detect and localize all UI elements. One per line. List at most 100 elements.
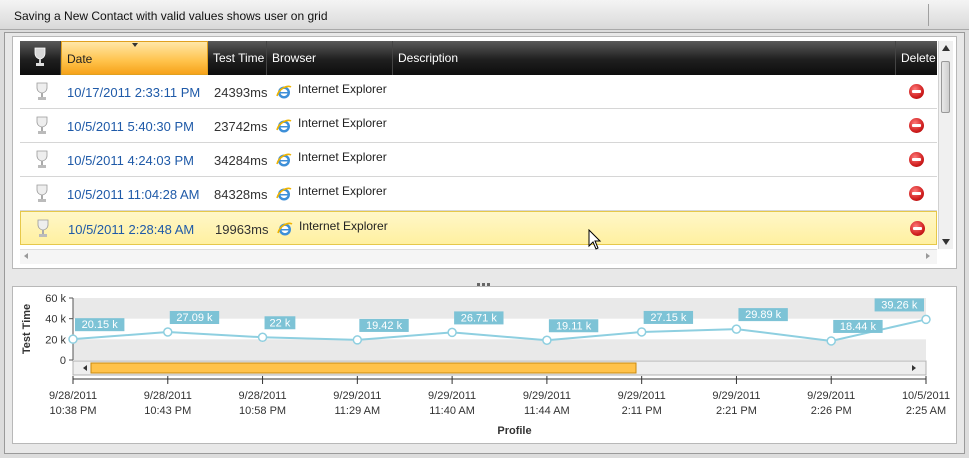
data-point[interactable] <box>921 314 931 325</box>
data-point[interactable] <box>447 327 457 338</box>
y-tick-label: 0 <box>60 355 66 367</box>
chart-panel: 0 20 k 40 k 60 k Test Time 20.15 k 27.09 k 22 k… <box>12 286 957 444</box>
data-label: 39.26 k <box>881 299 918 311</box>
row-date[interactable]: 10/5/2011 11:04:28 AM <box>67 187 200 202</box>
scroll-down-icon[interactable] <box>942 239 950 245</box>
x-tick-label-date: 9/28/2011 <box>49 390 97 402</box>
header-description[interactable]: Description <box>393 41 896 75</box>
internet-explorer-icon <box>277 222 293 236</box>
data-label: 18.44 k <box>840 321 877 333</box>
results-grid: Date Test Time Browser Description Delet… <box>12 36 957 269</box>
internet-explorer-icon <box>276 153 292 167</box>
horizontal-scrollbar[interactable] <box>20 249 937 264</box>
x-tick-label-time: 2:26 PM <box>811 405 852 417</box>
x-tick-label-date: 9/28/2011 <box>238 390 286 402</box>
internet-explorer-icon <box>276 187 292 201</box>
header-date-label: Date <box>67 52 93 66</box>
x-axis-label: Profile <box>497 425 531 437</box>
table-row[interactable]: 10/5/2011 2:28:48 AM 19963ms Internet Expl… <box>20 211 937 245</box>
data-label: 27.15 k <box>650 312 687 324</box>
data-label: 19.42 k <box>366 320 403 332</box>
x-tick-label-time: 10:58 PM <box>239 405 286 417</box>
trophy-icon <box>36 116 48 134</box>
row-browser: Internet Explorer <box>298 184 387 198</box>
range-scroll-thumb[interactable] <box>90 362 637 374</box>
delete-icon[interactable] <box>909 118 924 133</box>
row-date[interactable]: 10/5/2011 4:24:03 PM <box>67 153 194 168</box>
y-axis-label: Test Time <box>21 304 33 354</box>
header-test-time-label: Test Time <box>213 51 265 65</box>
sort-descending-icon <box>132 43 138 47</box>
y-tick-label: 60 k <box>45 293 66 305</box>
scroll-left-icon[interactable] <box>24 253 28 259</box>
delete-icon[interactable] <box>910 221 925 236</box>
trophy-icon <box>36 150 48 168</box>
table-row[interactable]: 10/5/2011 5:40:30 PM 23742ms Internet Expl… <box>20 109 937 143</box>
data-point[interactable] <box>826 336 836 346</box>
delete-icon[interactable] <box>909 84 924 99</box>
x-tick-label-date: 9/29/2011 <box>618 390 666 402</box>
internet-explorer-icon <box>276 119 292 133</box>
trophy-icon <box>36 82 48 100</box>
titlebar-divider <box>928 4 929 26</box>
x-tick-label-time: 11:40 AM <box>429 405 475 417</box>
mouse-cursor-icon <box>588 229 602 250</box>
row-test-time: 19963ms <box>215 222 269 237</box>
vertical-scrollbar[interactable] <box>938 41 953 249</box>
test-time-chart: 0 20 k 40 k 60 k Test Time 20.15 k 27.09 k 22 k… <box>21 293 950 437</box>
header-delete[interactable]: Delete <box>896 41 937 75</box>
row-test-time: 23742ms <box>214 119 268 134</box>
y-tick-label: 20 k <box>45 334 66 346</box>
x-tick-label-time: 11:29 AM <box>334 405 380 417</box>
header-delete-label: Delete <box>901 51 936 65</box>
row-date[interactable]: 10/5/2011 5:40:30 PM <box>67 119 194 134</box>
vertical-scroll-thumb[interactable] <box>941 61 950 113</box>
row-date[interactable]: 10/5/2011 2:28:48 AM <box>68 222 194 237</box>
row-browser: Internet Explorer <box>298 82 387 96</box>
x-tick-label-date: 10/5/2011 <box>902 390 950 402</box>
data-point[interactable] <box>542 335 552 346</box>
row-test-time: 84328ms <box>214 187 268 202</box>
x-tick-label-date: 9/29/2011 <box>807 390 855 402</box>
header-trophy-column[interactable] <box>20 41 61 75</box>
internet-explorer-icon <box>276 85 292 99</box>
table-row[interactable]: 10/5/2011 4:24:03 PM 34284ms Internet Expl… <box>20 143 937 177</box>
row-test-time: 34284ms <box>214 153 268 168</box>
data-label: 20.15 k <box>82 319 119 331</box>
delete-icon[interactable] <box>909 186 924 201</box>
x-tick-label-date: 9/28/2011 <box>144 390 192 402</box>
x-tick-label-time: 2:11 PM <box>622 405 662 417</box>
header-browser-label: Browser <box>272 51 317 65</box>
panel-splitter-grip[interactable] <box>477 275 493 286</box>
header-browser[interactable]: Browser <box>267 41 393 75</box>
x-tick-label-date: 9/29/2011 <box>428 390 476 402</box>
data-point[interactable] <box>68 334 78 344</box>
grid-header: Date Test Time Browser Description Delet… <box>20 41 937 75</box>
row-date[interactable]: 10/17/2011 2:33:11 PM <box>67 85 200 100</box>
header-test-time[interactable]: Test Time <box>208 41 267 75</box>
x-tick-label-time: 2:21 PM <box>716 405 757 417</box>
data-label: 26.71 k <box>461 312 498 324</box>
x-tick-label-date: 9/29/2011 <box>333 390 381 402</box>
x-tick-label-time: 11:44 AM <box>524 405 570 417</box>
data-point[interactable] <box>636 327 647 337</box>
table-row[interactable]: 10/17/2011 2:33:11 PM 24393ms Internet Exp… <box>20 75 937 109</box>
data-label: 19.11 k <box>556 320 592 332</box>
data-label: 27.09 k <box>176 312 213 324</box>
table-row[interactable]: 10/5/2011 11:04:28 AM 84328ms Internet Exp… <box>20 177 937 211</box>
x-tick-label-time: 10:43 PM <box>144 405 191 417</box>
header-date[interactable]: Date <box>61 41 208 75</box>
delete-icon[interactable] <box>909 152 924 167</box>
grid-band <box>73 339 926 360</box>
scroll-up-icon[interactable] <box>942 45 950 51</box>
data-label: 22 k <box>270 317 291 329</box>
data-point[interactable] <box>352 335 363 345</box>
window-title: Saving a New Contact with valid values s… <box>14 9 328 23</box>
data-point[interactable] <box>257 332 268 343</box>
data-point[interactable] <box>163 327 173 337</box>
data-label: 29.89 k <box>745 309 782 321</box>
scroll-right-icon[interactable] <box>926 253 930 259</box>
data-point[interactable] <box>731 324 742 334</box>
trophy-icon <box>34 47 46 66</box>
y-tick-label: 40 k <box>45 314 66 326</box>
